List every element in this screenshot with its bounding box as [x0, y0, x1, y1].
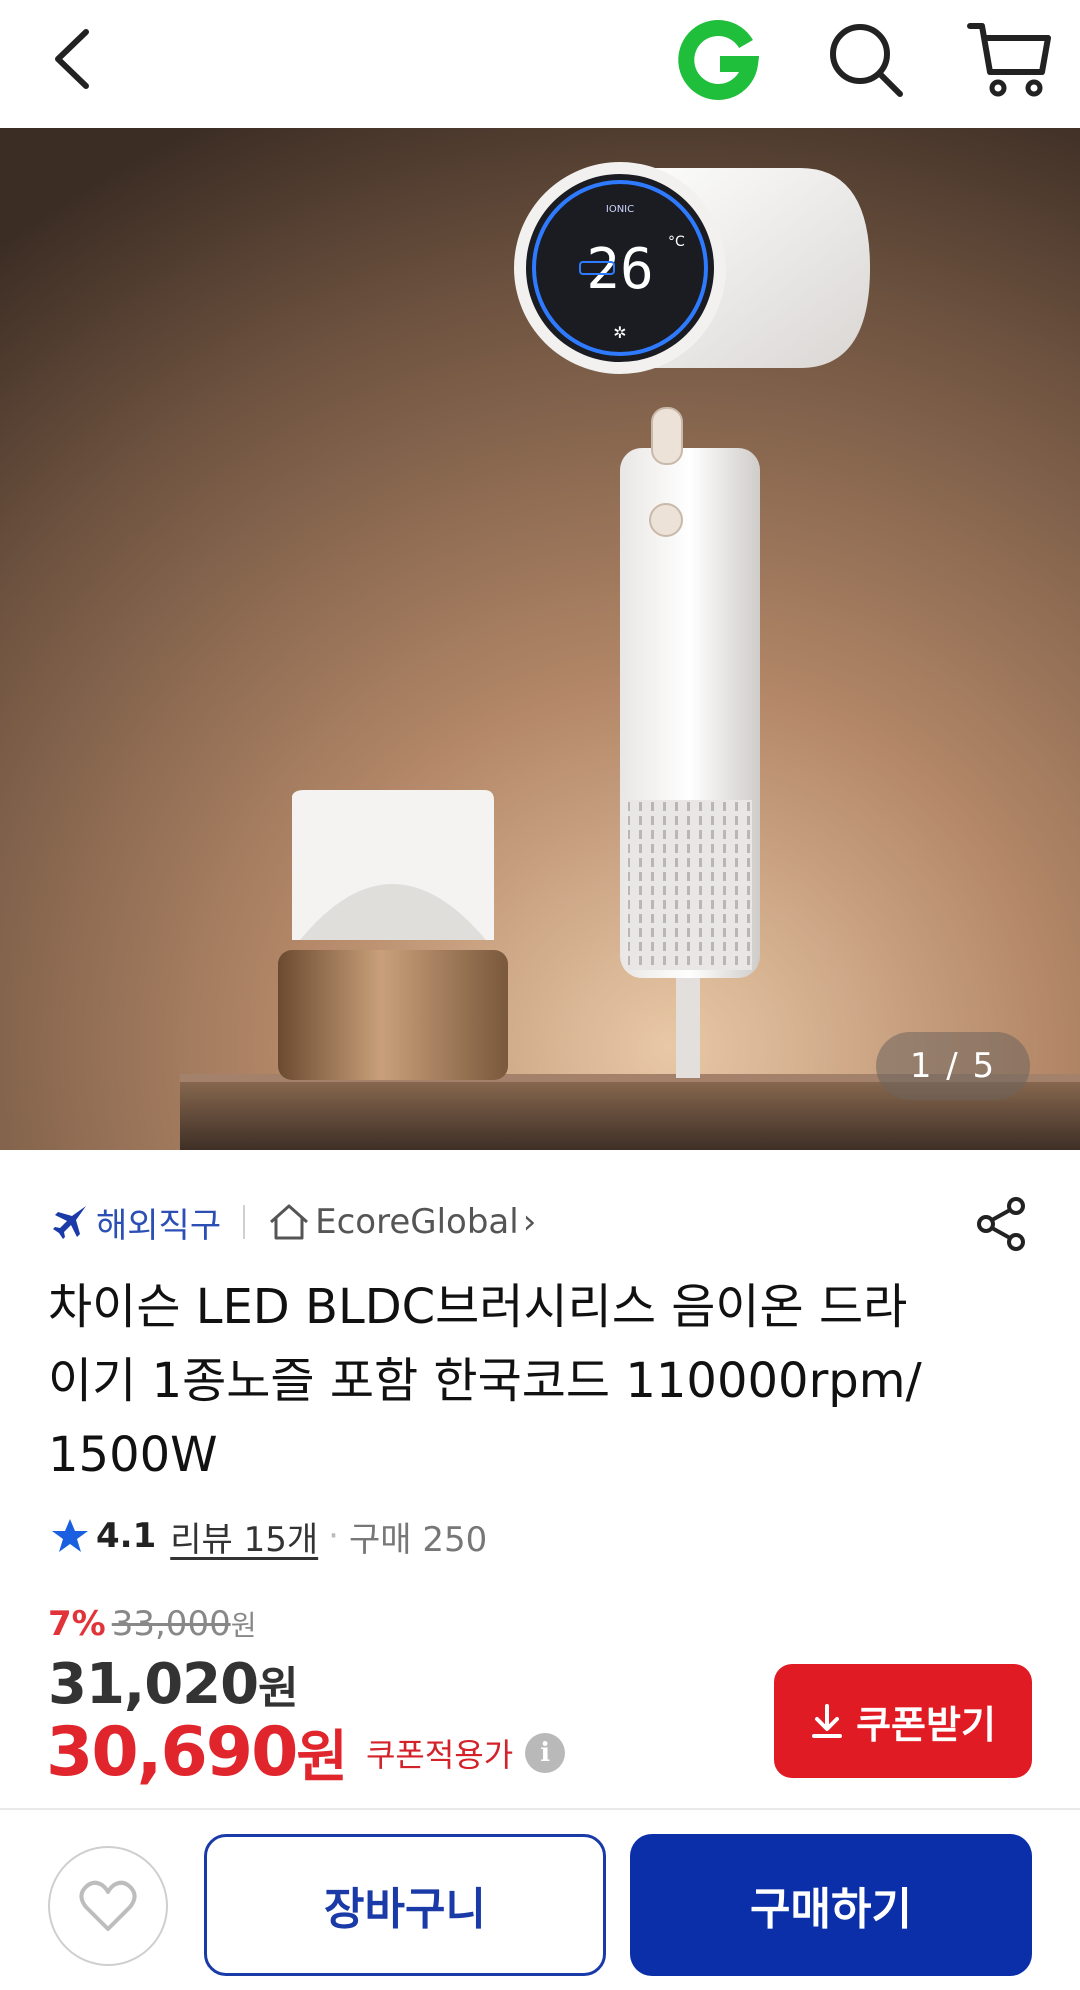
svg-text:26: 26: [586, 237, 653, 302]
discount-row: 7% 33,000 원: [48, 1604, 256, 1644]
wishlist-button[interactable]: [48, 1846, 168, 1966]
store-name: EcoreGlobal: [315, 1202, 519, 1242]
review-link[interactable]: 리뷰 15개: [170, 1512, 318, 1561]
svg-text:IONIC: IONIC: [606, 204, 634, 215]
gmarket-logo[interactable]: [676, 18, 760, 102]
g-logo-icon: [678, 19, 760, 100]
airplane-icon: [53, 1206, 86, 1239]
download-icon: [812, 1704, 843, 1738]
back-button[interactable]: [44, 22, 104, 96]
search-icon: [830, 24, 903, 97]
overseas-badge: 해외직구: [96, 1205, 222, 1246]
sale-price-unit: 원: [258, 1663, 299, 1714]
dot-separator: ·: [328, 1516, 339, 1556]
heart-icon: [79, 1880, 137, 1931]
product-title: 차이슨 LED BLDC브러시리스 음이온 드라이기 1종노즐 포함 한국코드 …: [48, 1279, 922, 1483]
cart-icon: [967, 23, 1051, 97]
star-icon: [52, 1519, 88, 1552]
seller-row: 해외직구 EcoreGlobal ›: [50, 1192, 1030, 1252]
coupon-price-label: 쿠폰적용가: [365, 1735, 514, 1774]
chevron-left-icon: [55, 29, 89, 89]
info-icon[interactable]: i: [525, 1732, 566, 1773]
get-coupon-label: 쿠폰받기: [856, 1702, 996, 1747]
store-link[interactable]: EcoreGlobal ›: [267, 1202, 536, 1242]
coupon-price-unit: 원: [296, 1725, 348, 1790]
share-icon: [977, 1197, 1025, 1251]
original-price: 33,000: [111, 1604, 231, 1644]
purchase-count: 구매 250: [348, 1519, 488, 1560]
cart-button[interactable]: [964, 14, 1054, 104]
separator: [243, 1205, 246, 1239]
share-button[interactable]: [974, 1196, 1030, 1252]
top-bar: [0, 0, 1080, 128]
svg-text:✲: ✲: [613, 323, 626, 342]
image-counter: 1 / 5: [876, 1032, 1030, 1100]
sale-price: 31,020: [48, 1652, 259, 1717]
svg-text:°C: °C: [668, 234, 685, 250]
rating-score: 4.1: [96, 1516, 157, 1556]
hair-dryer-product-image: 26 °C IONIC ✲: [0, 128, 1080, 1150]
product-image-gallery[interactable]: 26 °C IONIC ✲ 1 / 5: [0, 128, 1080, 1150]
sale-price-row: 31,020 원: [48, 1652, 299, 1717]
buy-now-button[interactable]: 구매하기: [630, 1834, 1032, 1976]
house-icon: [270, 1204, 309, 1240]
discount-percent: 7%: [48, 1604, 106, 1644]
bottom-divider: [0, 1808, 1080, 1810]
add-to-cart-button[interactable]: 장바구니: [204, 1834, 606, 1976]
search-button[interactable]: [824, 18, 908, 102]
get-coupon-button[interactable]: 쿠폰받기: [774, 1664, 1032, 1778]
coupon-price: 30,690: [46, 1713, 298, 1792]
coupon-price-row: 30,690 원 쿠폰적용가 i: [46, 1712, 566, 1793]
rating-row: 4.1 리뷰 15개 · 구매 250: [50, 1508, 487, 1564]
chevron-right-icon: ›: [522, 1202, 537, 1242]
original-price-unit: 원: [230, 1609, 257, 1642]
